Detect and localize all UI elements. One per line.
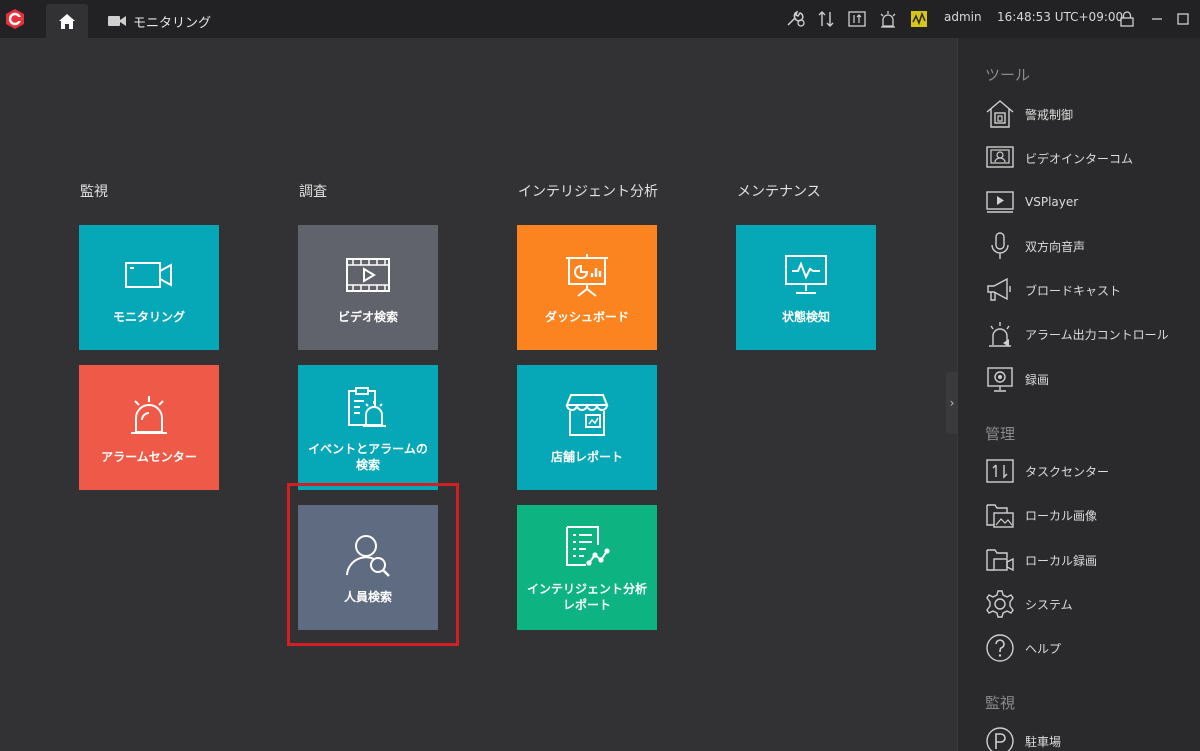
help-icon [984, 632, 1016, 664]
app-logo-icon[interactable] [4, 8, 26, 30]
task-icon[interactable] [846, 8, 868, 30]
panel-item-label: ローカル録画 [1025, 553, 1098, 568]
column-title-investigation: 調査 [299, 184, 327, 200]
panel-item-system[interactable]: システム [984, 587, 1073, 621]
clock: 16:48:53 UTC+09:00 [997, 10, 1124, 24]
camera-icon [108, 16, 126, 26]
panel-item-label: ローカル画像 [1025, 508, 1098, 523]
tile-status-detection[interactable]: 状態検知 [736, 225, 876, 350]
tile-dashboard[interactable]: ダッシュボード [517, 225, 657, 350]
tab-monitoring-label: モニタリング [133, 15, 212, 31]
tile-store-report[interactable]: 店舗レポート [517, 365, 657, 490]
tile-alarm-center-label: アラームセンター [101, 449, 197, 464]
task-icon [984, 455, 1016, 487]
panel-item-two-way-audio[interactable]: 双方向音声 [984, 229, 1085, 263]
panel-item-local-recording[interactable]: ローカル録画 [984, 543, 1097, 577]
gear-icon [984, 588, 1016, 620]
tab-monitoring[interactable]: モニタリング [108, 4, 211, 38]
panel-item-parking-lot[interactable]: 駐車場 [984, 724, 1061, 751]
tile-dashboard-label: ダッシュボード [544, 309, 629, 324]
alarm-icon [121, 391, 177, 439]
folder-image-icon [984, 499, 1016, 531]
tile-video-search[interactable]: ビデオ検索 [298, 225, 438, 350]
alarm-output-icon[interactable] [877, 8, 899, 30]
panel-item-alarm-output-control[interactable]: アラーム出力コントロール [984, 317, 1169, 351]
selection-highlight [287, 483, 459, 646]
tile-store-report-label: 店舗レポート [550, 449, 623, 464]
panel-item-label: ヘルプ [1025, 641, 1062, 656]
recording-camera-icon [984, 363, 1016, 395]
top-bar: モニタリング admin 16:48:53 UTC+09:00 [0, 0, 1200, 38]
lock-icon[interactable] [1116, 8, 1138, 30]
panel-item-help[interactable]: ヘルプ [984, 631, 1061, 665]
panel-item-label: 双方向音声 [1025, 239, 1086, 254]
panel-item-recording[interactable]: 録画 [984, 362, 1049, 396]
camera-icon [121, 251, 177, 299]
tile-monitoring[interactable]: モニタリング [79, 225, 219, 350]
panel-item-vsplayer[interactable]: VSPlayer [984, 185, 1078, 219]
wrench-icon[interactable] [784, 8, 806, 30]
transfer-arrows-icon[interactable] [815, 8, 837, 30]
video-intercom-icon [984, 142, 1016, 174]
event-search-icon [340, 383, 396, 431]
panel-item-security-control[interactable]: 警戒制御 [984, 97, 1073, 131]
panel-item-video-intercom[interactable]: ビデオインターコム [984, 141, 1133, 175]
home-icon [59, 13, 75, 29]
panel-item-label: 録画 [1025, 372, 1050, 387]
tab-home[interactable] [46, 4, 88, 38]
section-title-management: 管理 [985, 425, 1016, 443]
folder-video-icon [984, 544, 1016, 576]
monitor-status-icon [778, 251, 834, 299]
panel-item-task-center[interactable]: タスクセンター [984, 454, 1109, 488]
tile-alarm-center[interactable]: アラームセンター [79, 365, 219, 490]
megaphone-icon [984, 274, 1016, 306]
section-title-monitoring: 監視 [985, 694, 1016, 712]
panel-item-broadcast[interactable]: ブロードキャスト [984, 273, 1121, 307]
tile-event-alarm-search-label: イベントとアラームの検索 [308, 441, 428, 472]
tile-status-detection-label: 状態検知 [781, 309, 830, 324]
store-icon [559, 391, 615, 439]
column-title-monitoring: 監視 [80, 184, 108, 200]
maximize-icon[interactable] [1172, 8, 1194, 30]
username[interactable]: admin [944, 10, 982, 24]
alarm-output-icon [984, 318, 1016, 350]
tile-intelligent-analysis-report[interactable]: インテリジェント分析レポート [517, 505, 657, 630]
panel-item-label: ビデオインターコム [1025, 151, 1134, 166]
house-icon [984, 98, 1016, 130]
dashboard-icon [559, 251, 615, 299]
section-title-tools: ツール [985, 66, 1031, 84]
panel-item-label: 警戒制御 [1025, 107, 1074, 122]
panel-item-label: アラーム出力コントロール [1025, 327, 1169, 342]
chevron-right-icon: › [949, 396, 955, 410]
minimize-icon[interactable] [1146, 8, 1168, 30]
panel-item-label: ブロードキャスト [1025, 283, 1122, 298]
column-title-maintenance: メンテナンス [737, 184, 821, 200]
tile-video-search-label: ビデオ検索 [337, 309, 398, 324]
column-title-intelligent-analysis: インテリジェント分析 [518, 184, 658, 200]
panel-item-local-image[interactable]: ローカル画像 [984, 498, 1097, 532]
report-icon [559, 523, 615, 571]
microphone-icon [984, 230, 1016, 262]
waveform-alert-icon[interactable] [908, 8, 930, 30]
tile-monitoring-label: モニタリング [112, 309, 185, 324]
panel-item-label: システム [1025, 597, 1073, 612]
parking-icon [984, 725, 1016, 751]
panel-item-label: VSPlayer [1025, 195, 1079, 209]
panel-item-label: タスクセンター [1025, 464, 1110, 479]
tile-event-alarm-search[interactable]: イベントとアラームの検索 [298, 365, 438, 490]
player-icon [984, 186, 1016, 218]
panel-item-label: 駐車場 [1025, 734, 1062, 749]
tile-intelligent-analysis-report-label: インテリジェント分析レポート [526, 581, 647, 612]
video-search-icon [340, 251, 396, 299]
